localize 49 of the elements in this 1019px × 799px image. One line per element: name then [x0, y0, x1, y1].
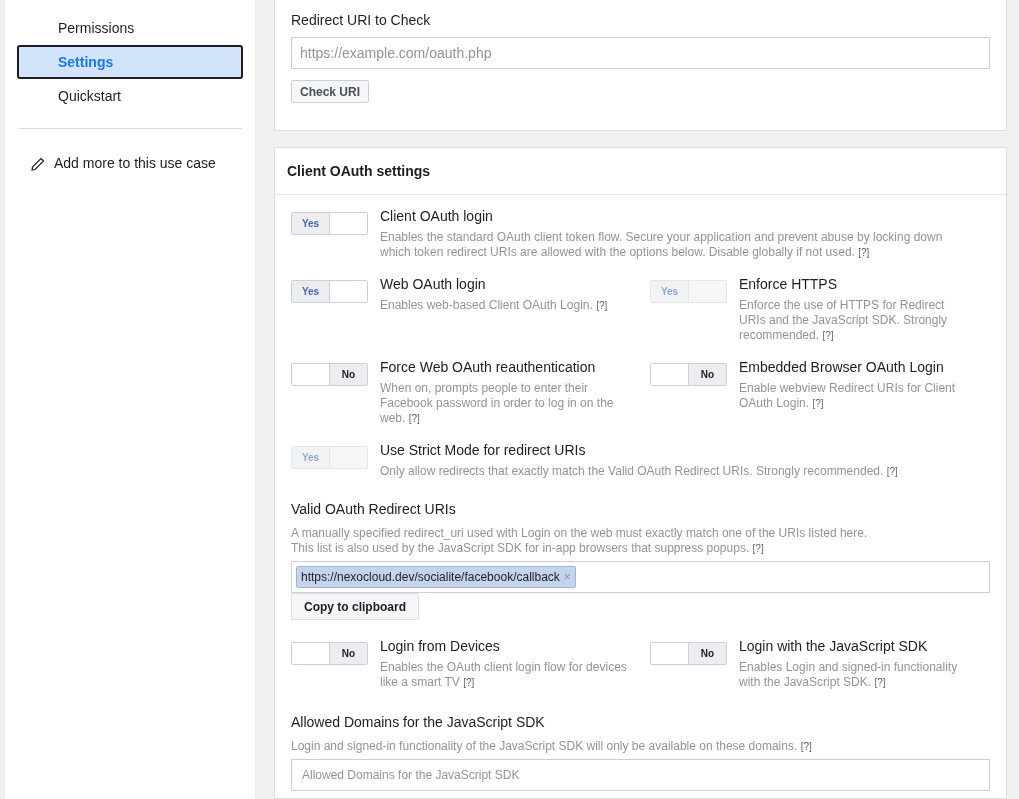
field-description: Enables the standard OAuth client token flow. Secure your application and prevent abuse by locking down which token redirect URIs are allowed with the options below. Disable globally if not used. [?]: [380, 230, 944, 260]
toggle-switch[interactable]: No: [650, 642, 727, 665]
field-description: Enables the OAuth client login flow for devices like a smart TV [?]: [380, 660, 628, 690]
uri-tag: https://nexocloud.dev/socialite/facebook/callback ×: [296, 566, 576, 588]
setting-title: Web OAuth login: [380, 275, 487, 294]
setting-title: Use Strict Mode for redirect URIs: [380, 441, 587, 460]
setting-title: Client OAuth login: [380, 207, 494, 226]
card-title: Client OAuth settings: [287, 161, 431, 181]
toggle-switch: Yes: [650, 280, 727, 303]
field-description: Enables Login and signed-in functionality with the JavaScript SDK. [?]: [739, 660, 959, 690]
help-link[interactable]: [?]: [812, 398, 824, 409]
help-link[interactable]: [?]: [752, 543, 764, 554]
allowed-domains-field[interactable]: Allowed Domains for the JavaScript SDK: [291, 759, 990, 791]
help-link[interactable]: [?]: [463, 677, 475, 688]
help-link[interactable]: [?]: [596, 300, 608, 311]
toggle-switch[interactable]: Yes: [291, 212, 368, 235]
help-link[interactable]: [?]: [858, 247, 870, 258]
help-link[interactable]: [?]: [800, 741, 812, 752]
field-label: Valid OAuth Redirect URIs: [291, 500, 457, 519]
field-description: Enforce the use of HTTPS for Redirect URIs and the JavaScript SDK. Strongly recommended. [?]: [739, 298, 949, 343]
setting-title: Login with the JavaScript SDK: [739, 637, 929, 656]
toggle-switch[interactable]: No: [650, 363, 727, 386]
setting-title: Force Web OAuth reauthentication: [380, 358, 597, 377]
field-description: Login and signed-in functionality of the JavaScript SDK will only be available on these domains. [?]: [291, 739, 813, 754]
help-link[interactable]: [?]: [874, 677, 886, 688]
field-description: Only allow redirects that exactly match the Valid OAuth Redirect URIs. Strongly recommended. [?]: [380, 464, 898, 479]
toggle-switch[interactable]: No: [291, 363, 368, 386]
field-description: A manually specified redirect_uri used with Login on the web must exactly match one of the URIs listed here. This list is also used by the JavaScript SDK for in-app browsers that suppress popups. [?]: [291, 526, 869, 556]
toggle-switch[interactable]: Yes: [291, 280, 368, 303]
field-description: Enable webview Redirect URIs for Client OAuth Login. [?]: [739, 381, 957, 411]
add-use-case-link[interactable]: Add more to this use case: [30, 153, 216, 174]
sidebar-item[interactable]: Permissions: [17, 11, 243, 45]
check-uri-button[interactable]: Check URI: [291, 80, 370, 103]
help-link[interactable]: [?]: [408, 413, 420, 424]
toggle-switch[interactable]: No: [291, 642, 368, 665]
redirect-uris-field[interactable]: https://nexocloud.dev/socialite/facebook/callback ×: [291, 561, 990, 593]
field-label: Redirect URI to Check: [291, 11, 432, 30]
field-description: Enables web-based Client OAuth Login. [?]: [380, 298, 608, 313]
setting-title: Enforce HTTPS: [739, 275, 839, 294]
setting-title: Embedded Browser OAuth Login: [739, 358, 945, 377]
redirect-uri-field[interactable]: https://example.com/oauth.php: [291, 37, 990, 69]
setting-title: Login from Devices: [380, 637, 501, 656]
field-label: Allowed Domains for the JavaScript SDK: [291, 713, 546, 732]
field-description: When on, prompts people to enter their Facebook password in order to log in on the web. [?]: [380, 381, 615, 426]
sidebar-item[interactable]: Settings: [17, 45, 243, 79]
toggle-switch: Yes: [291, 446, 368, 469]
sidebar-item[interactable]: Quickstart: [17, 79, 243, 113]
pencil-icon: [30, 155, 46, 172]
copy-button[interactable]: Copy to clipboard: [291, 593, 419, 620]
